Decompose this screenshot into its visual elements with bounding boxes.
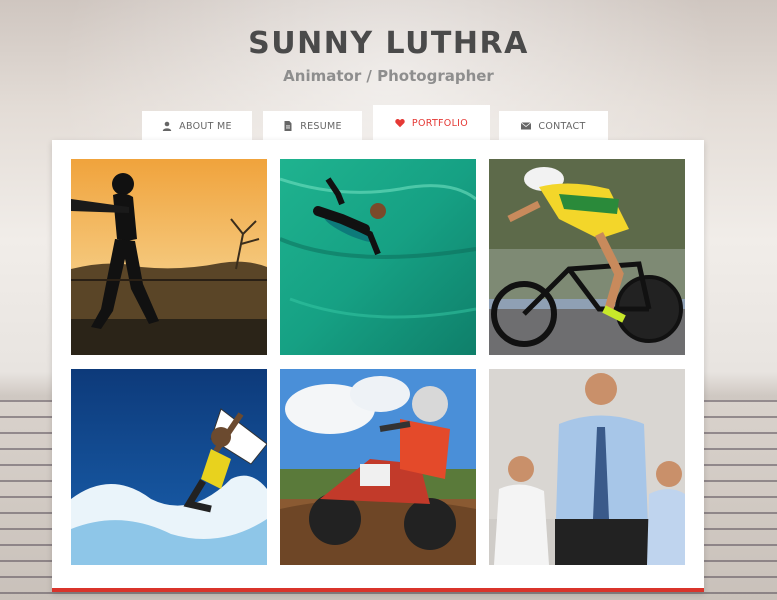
tab-label: CONTACT <box>538 120 586 132</box>
portfolio-item-motocross[interactable] <box>280 369 476 565</box>
portfolio-item-business[interactable] <box>489 369 685 565</box>
tab-label: RESUME <box>300 120 342 132</box>
motocross-photo <box>280 369 476 565</box>
tab-label: ABOUT ME <box>179 120 232 132</box>
envelope-icon <box>521 121 532 131</box>
tab-resume[interactable]: RESUME <box>263 111 362 141</box>
user-icon <box>162 121 172 131</box>
tab-about-me[interactable]: ABOUT ME <box>142 111 252 141</box>
portfolio-item-surfer[interactable] <box>71 369 267 565</box>
business-photo <box>489 369 685 565</box>
portfolio-item-cyclist[interactable] <box>489 159 685 355</box>
site-title: SUNNY LUTHRA <box>248 26 529 61</box>
portfolio-item-bodyboarder[interactable] <box>280 159 476 355</box>
nav-tabs: ABOUT ME RESUME PORTFOLIO CONTACT <box>0 105 777 141</box>
bodyboarder-photo <box>280 159 476 355</box>
document-icon <box>283 121 293 131</box>
portfolio-panel <box>52 140 704 592</box>
tab-portfolio[interactable]: PORTFOLIO <box>373 105 490 141</box>
heart-icon <box>395 118 405 128</box>
cyclist-photo <box>489 159 685 355</box>
cricket-photo <box>71 159 267 355</box>
tab-label: PORTFOLIO <box>411 117 469 129</box>
portfolio-item-cricket[interactable] <box>71 159 267 355</box>
surfer-photo <box>71 369 267 565</box>
tab-contact[interactable]: CONTACT <box>499 111 608 141</box>
site-subtitle: Animator / Photographer <box>283 67 494 85</box>
site-header: SUNNY LUTHRA Animator / Photographer <box>0 26 777 85</box>
